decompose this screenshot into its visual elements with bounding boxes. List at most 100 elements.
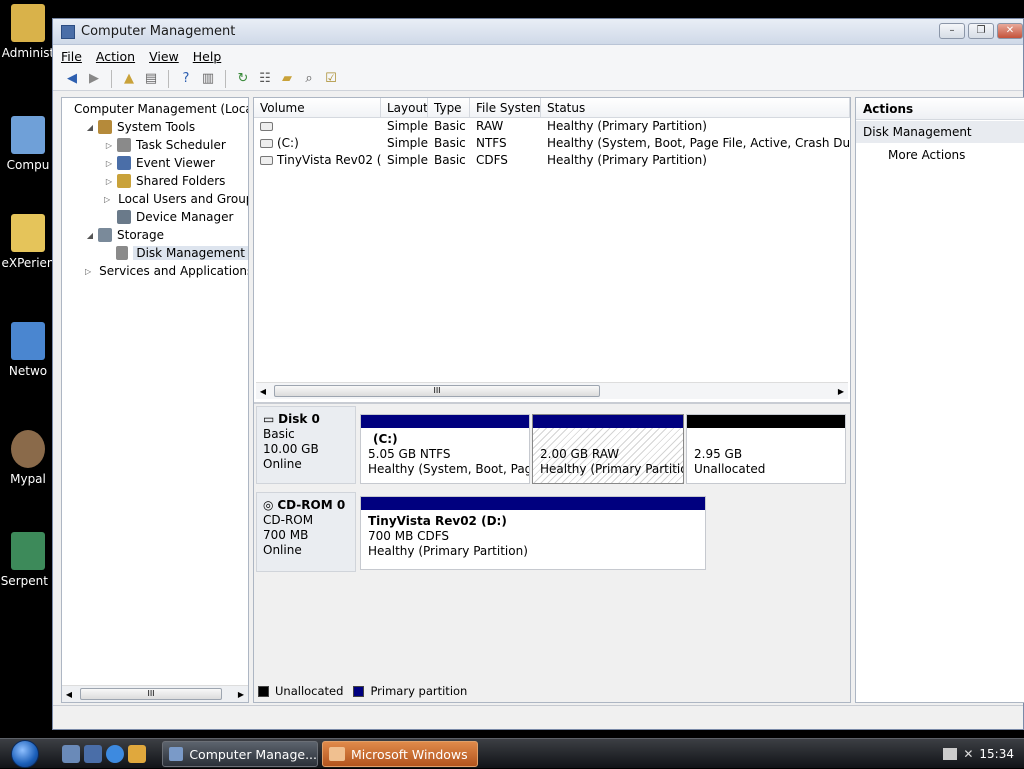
table-row[interactable]: (C:) Simple Basic NTFS Healthy (System, Boot…	[254, 135, 850, 152]
computer-icon	[11, 116, 45, 154]
actions-section-disk-management[interactable]: Disk Management	[856, 121, 1024, 143]
scroll-right-arrow[interactable]: ▶	[838, 387, 844, 396]
up-folder-icon[interactable]: ▲	[120, 70, 138, 88]
layout-cell: Simple	[387, 119, 428, 133]
tree-item[interactable]: ▷ Event Viewer	[62, 154, 248, 172]
disk-0-label[interactable]: ▭ Disk 0 Basic 10.00 GB Online	[256, 406, 356, 484]
search-icon[interactable]: ⌕	[300, 70, 318, 88]
column-header-volume[interactable]: Volume	[254, 98, 381, 117]
expand-arrow-icon[interactable]: ◢	[85, 123, 95, 132]
more-actions-link[interactable]: More Actions	[856, 143, 1024, 167]
volume-list-horizontal-scrollbar[interactable]: ◀ III ▶	[256, 382, 848, 399]
help-icon[interactable]: ?	[177, 70, 195, 88]
partition-size: 2.00 GB RAW	[540, 447, 620, 461]
taskbar-button-label: Microsoft Windows	[351, 746, 468, 762]
disk-name: ◎ CD-ROM 0	[263, 498, 346, 512]
internet-explorer-icon[interactable]	[106, 744, 124, 763]
disk-management-pane: Volume Layout Type File System Status Si…	[253, 97, 851, 703]
volume-list-header: Volume Layout Type File System Status	[254, 98, 850, 118]
expand-arrow-icon[interactable]: ▷	[104, 177, 114, 186]
close-button[interactable]: ✕	[997, 23, 1023, 39]
rescan-icon[interactable]: ☑	[322, 70, 340, 88]
tree-item[interactable]: ▷ Task Scheduler	[62, 136, 248, 154]
tree-item[interactable]: ▷ Services and Applications	[62, 262, 248, 280]
tree-item[interactable]: Disk Management	[62, 244, 248, 262]
clock[interactable]: 15:34	[979, 747, 1014, 761]
desktop-icon-admin[interactable]: Administ	[0, 4, 56, 60]
status-cell: Healthy (Primary Partition)	[547, 119, 707, 133]
tree-item[interactable]: ◢ Storage	[62, 226, 248, 244]
menu-action[interactable]: Action	[96, 49, 135, 64]
tree-item-label: Local Users and Groups	[118, 192, 249, 206]
desktop-icon-serpent[interactable]: Serpent I	[0, 532, 56, 588]
title-bar[interactable]: Computer Management – ❐ ✕	[53, 19, 1023, 45]
partition-raw[interactable]: 2.00 GB RAW Healthy (Primary Partition	[532, 414, 684, 484]
table-row[interactable]: Simple Basic RAW Healthy (Primary Partition…	[254, 118, 850, 135]
start-button[interactable]	[6, 739, 44, 769]
task-scheduler-icon	[117, 138, 131, 152]
expand-arrow-icon[interactable]: ▷	[104, 141, 114, 150]
column-header-file-system[interactable]: File System	[470, 98, 541, 117]
desktop-icon-label: Serpent I	[0, 574, 56, 588]
partition-color-bar	[361, 497, 705, 510]
expand-arrow-icon[interactable]: ◢	[85, 231, 95, 240]
scroll-right-arrow[interactable]: ▶	[238, 690, 244, 699]
cdrom-0-label[interactable]: ◎ CD-ROM 0 CD-ROM 700 MB Online	[256, 492, 356, 572]
toolbar: ◀ ▶ ▲ ▤ ? ▥ ↻ ☷ ▰ ⌕ ☑	[53, 67, 1023, 91]
desktop-icon-network[interactable]: Netwo	[0, 322, 56, 378]
column-header-layout[interactable]: Layout	[381, 98, 428, 117]
menu-file[interactable]: File	[61, 49, 82, 64]
back-icon[interactable]: ◀	[63, 70, 81, 88]
refresh-icon[interactable]: ↻	[234, 70, 252, 88]
desktop-icon-computer[interactable]: Compu	[0, 116, 56, 172]
volume-icon	[260, 139, 273, 148]
partition-unallocated[interactable]: 2.95 GB Unallocated	[686, 414, 846, 484]
expand-arrow-icon[interactable]: ▷	[85, 267, 91, 276]
partition-c[interactable]: (C:) 5.05 GB NTFS Healthy (System, Boot,…	[360, 414, 530, 484]
expand-arrow-icon[interactable]: ▷	[104, 159, 114, 168]
restore-button[interactable]: ❐	[968, 23, 994, 39]
network-icon	[11, 322, 45, 360]
type-cell: Basic	[434, 119, 466, 133]
desktop-icon-label: Mypal	[10, 472, 46, 486]
tree-item[interactable]: ▷ Shared Folders	[62, 172, 248, 190]
scroll-thumb[interactable]: III	[80, 688, 222, 700]
scroll-grip: III	[147, 689, 155, 698]
desktop-icon-mypal[interactable]: Mypal	[0, 430, 56, 486]
desktop-icon-experience[interactable]: eXPerien	[0, 214, 56, 270]
show-hide-tree-icon[interactable]: ▤	[142, 70, 160, 88]
open-folder-icon[interactable]: ▰	[278, 70, 296, 88]
table-row[interactable]: TinyVista Rev02 (D:) Simple Basic CDFS Healt…	[254, 152, 850, 169]
tree-item[interactable]: ▷ Local Users and Groups	[62, 190, 248, 208]
switch-windows-icon[interactable]	[84, 744, 102, 763]
media-player-icon[interactable]	[128, 744, 146, 763]
show-hide-action-pane-icon[interactable]: ▥	[199, 70, 217, 88]
expand-arrow-icon[interactable]: ▷	[104, 195, 110, 204]
column-header-type[interactable]: Type	[428, 98, 470, 117]
menu-help[interactable]: Help	[193, 49, 222, 64]
type-cell: Basic	[434, 153, 466, 167]
desktop-icon-label: eXPerien	[1, 256, 55, 270]
legend-swatch-unallocated	[258, 685, 269, 697]
scroll-thumb[interactable]: III	[274, 385, 600, 397]
toolbar-separator	[111, 69, 112, 88]
scroll-left-arrow[interactable]: ◀	[256, 387, 270, 396]
forward-icon[interactable]: ▶	[85, 70, 103, 88]
console-tree: Computer Management (Local ◢ System Tools ▷…	[61, 97, 249, 703]
taskbar-button-microsoft-windows[interactable]: Microsoft Windows	[322, 741, 478, 767]
volume-muted-icon[interactable]: ✕	[963, 747, 973, 761]
scroll-left-arrow[interactable]: ◀	[62, 690, 76, 699]
tree-item[interactable]: Computer Management (Local	[62, 100, 248, 118]
tree-horizontal-scrollbar[interactable]: ◀ III ▶	[62, 685, 248, 702]
tree-item[interactable]: Device Manager	[62, 208, 248, 226]
menu-view[interactable]: View	[149, 49, 179, 64]
tree-item[interactable]: ◢ System Tools	[62, 118, 248, 136]
show-desktop-icon[interactable]	[62, 744, 80, 763]
column-header-status[interactable]: Status	[541, 98, 850, 117]
partition-d[interactable]: TinyVista Rev02 (D:) 700 MB CDFS Healthy…	[360, 496, 706, 570]
taskbar-button-computer-management[interactable]: Computer Manage...	[162, 741, 318, 767]
minimize-button[interactable]: –	[939, 23, 965, 39]
properties-icon[interactable]: ☷	[256, 70, 274, 88]
actions-pane: Actions Disk Management More Actions	[855, 97, 1024, 703]
network-icon[interactable]	[943, 748, 958, 760]
